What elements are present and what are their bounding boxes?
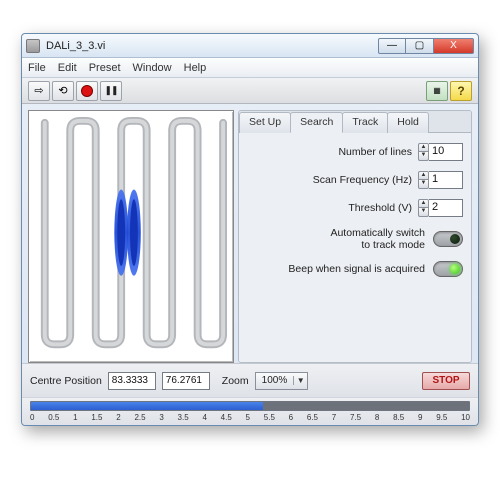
tick-label: 0.5 — [48, 413, 59, 422]
spin-down-icon[interactable]: ▼ — [418, 180, 429, 189]
tick-label: 1.5 — [91, 413, 102, 422]
settings-panel: Set Up Search Track Hold Number of lines… — [238, 110, 472, 363]
tab-setup[interactable]: Set Up — [239, 112, 291, 133]
title-bar[interactable]: DALi_3_3.vi — ▢ X — [22, 34, 478, 58]
tick-label: 9.5 — [436, 413, 447, 422]
menu-window[interactable]: Window — [133, 62, 172, 74]
menu-bar: File Edit Preset Window Help — [22, 58, 478, 78]
progress-fill — [31, 402, 263, 410]
scale-ticks: 0 0.5 1 1.5 2 2.5 3 3.5 4 4.5 5 5.5 6 6.5 7 7.5 8 8.5 9 9.5… — [30, 411, 470, 422]
freq-spinner[interactable]: ▲▼ 1 — [418, 171, 463, 189]
tab-hold[interactable]: Hold — [387, 112, 429, 133]
tick-label: 7 — [332, 413, 336, 422]
zoom-label: Zoom — [222, 375, 249, 387]
tick-label: 3 — [159, 413, 163, 422]
spin-down-icon[interactable]: ▼ — [418, 152, 429, 161]
progress-remain — [263, 402, 469, 410]
zoom-selector[interactable]: 100% ▼ — [255, 372, 309, 390]
tick-label: 2.5 — [134, 413, 145, 422]
auto-track-toggle[interactable] — [433, 231, 463, 247]
maximize-button[interactable]: ▢ — [406, 38, 434, 54]
run-button[interactable]: ⇨ — [28, 81, 50, 101]
tick-label: 2 — [116, 413, 120, 422]
menu-edit[interactable]: Edit — [58, 62, 77, 74]
progress-track[interactable] — [30, 401, 470, 411]
menu-help[interactable]: Help — [184, 62, 207, 74]
tick-label: 0 — [30, 413, 34, 422]
centre-position-label: Centre Position — [30, 375, 102, 387]
help-button[interactable]: ? — [450, 81, 472, 101]
app-icon — [26, 39, 40, 53]
run-continuous-button[interactable]: ⟲ — [52, 81, 74, 101]
beep-label: Beep when signal is acquired — [288, 263, 425, 275]
pause-button[interactable] — [100, 81, 122, 101]
tick-label: 4.5 — [221, 413, 232, 422]
tick-label: 4 — [202, 413, 206, 422]
tick-label: 5 — [246, 413, 250, 422]
tick-label: 6.5 — [307, 413, 318, 422]
lines-spinner[interactable]: ▲▼ 10 — [418, 143, 463, 161]
freq-label: Scan Frequency (Hz) — [313, 174, 412, 186]
tick-label: 9 — [418, 413, 422, 422]
tab-track[interactable]: Track — [342, 112, 388, 133]
tab-search[interactable]: Search — [290, 112, 343, 133]
menu-file[interactable]: File — [28, 62, 46, 74]
record-button[interactable] — [76, 81, 98, 101]
tick-label: 8 — [375, 413, 379, 422]
tick-label: 3.5 — [178, 413, 189, 422]
lines-label: Number of lines — [338, 146, 412, 158]
centre-y-readout: 76.2761 — [162, 372, 210, 390]
menu-preset[interactable]: Preset — [89, 62, 121, 74]
status-bar: Centre Position 83.3333 76.2761 Zoom 100… — [22, 363, 478, 397]
app-window: DALi_3_3.vi — ▢ X File Edit Preset Windo… — [21, 33, 479, 426]
lines-value[interactable]: 10 — [429, 143, 463, 161]
spin-up-icon[interactable]: ▲ — [418, 171, 429, 180]
tab-strip: Set Up Search Track Hold — [239, 111, 471, 133]
tick-label: 8.5 — [393, 413, 404, 422]
tick-label: 5.5 — [264, 413, 275, 422]
stop-button[interactable]: STOP — [422, 372, 470, 390]
tick-label: 10 — [461, 413, 470, 422]
scan-plot — [28, 110, 234, 363]
scale-bar: 0 0.5 1 1.5 2 2.5 3 3.5 4 4.5 5 5.5 6 6.5 7 7.5 8 8.5 9 9.5… — [22, 397, 478, 425]
chevron-down-icon[interactable]: ▼ — [293, 376, 307, 385]
vi-icon[interactable]: ▦ — [426, 81, 448, 101]
spin-down-icon[interactable]: ▼ — [418, 208, 429, 217]
window-title: DALi_3_3.vi — [46, 40, 378, 52]
freq-value[interactable]: 1 — [429, 171, 463, 189]
spin-up-icon[interactable]: ▲ — [418, 143, 429, 152]
tick-label: 1 — [73, 413, 77, 422]
tick-label: 6 — [289, 413, 293, 422]
close-button[interactable]: X — [434, 38, 474, 54]
minimize-button[interactable]: — — [378, 38, 406, 54]
auto-track-label: Automatically switch to track mode — [330, 227, 425, 251]
spin-up-icon[interactable]: ▲ — [418, 199, 429, 208]
zoom-value: 100% — [256, 375, 294, 386]
centre-x-readout: 83.3333 — [108, 372, 156, 390]
toolbar: ⇨ ⟲ ▦ ? — [22, 78, 478, 104]
thresh-spinner[interactable]: ▲▼ 2 — [418, 199, 463, 217]
thresh-value[interactable]: 2 — [429, 199, 463, 217]
tick-label: 7.5 — [350, 413, 361, 422]
beep-toggle[interactable] — [433, 261, 463, 277]
thresh-label: Threshold (V) — [348, 202, 412, 214]
serpentine-path-icon — [33, 115, 229, 350]
